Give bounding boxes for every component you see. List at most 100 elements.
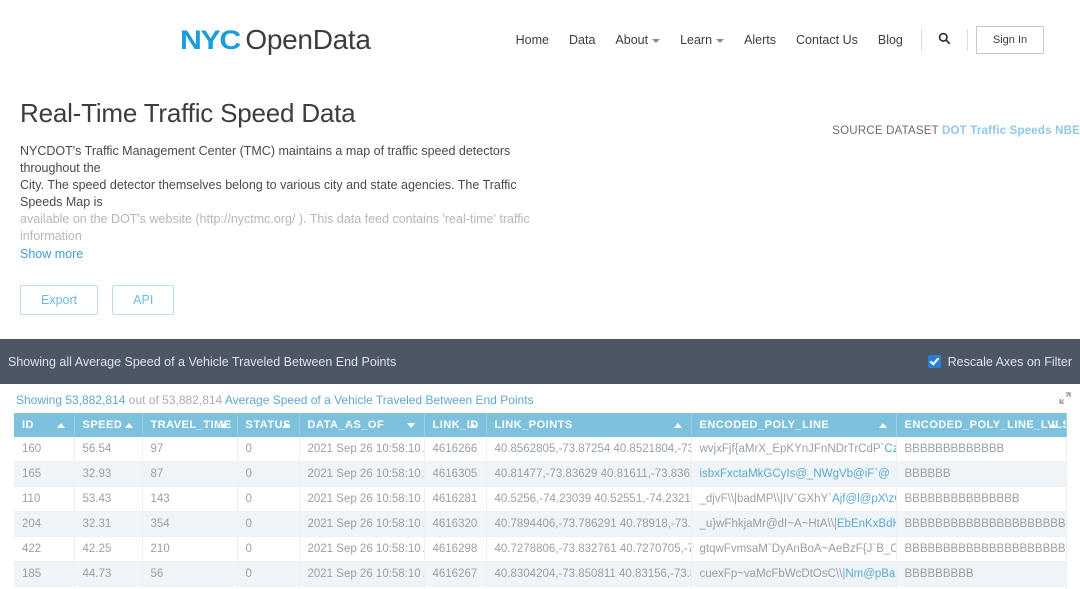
nav-label-alerts: Alerts	[744, 33, 777, 47]
showing-suffix: Average Speed of a Vehicle Traveled Betw…	[224, 393, 534, 407]
api-button[interactable]: API	[112, 285, 175, 315]
source-dataset-label: SOURCE DATASET	[832, 125, 939, 137]
sort-asc-icon	[1048, 423, 1057, 428]
cell-link-points: 40.5256,-74.23039 40.52551,-74.23214 40.…	[486, 486, 692, 512]
cell-speed: 32.31	[74, 511, 143, 537]
cell-speed: 42.25	[74, 536, 143, 562]
sort-asc-icon	[673, 423, 682, 428]
table-row[interactable]: 42242.2521002021 Sep 26 10:58:10 AM46162…	[14, 536, 1067, 562]
cell-encoded-poly-line-lvls: BBBBBBBBBBBBBBBBBBBBBBBBBBBBBBB	[896, 536, 1067, 562]
filter-status-bar: Showing all Average Speed of a Vehicle T…	[0, 339, 1080, 384]
column-label-id: ID	[22, 419, 34, 431]
rescale-axes-toggle[interactable]: Rescale Axes on Filter	[927, 355, 1072, 369]
nav-item-home[interactable]: Home	[506, 27, 559, 53]
main-navigation: Home Data About Learn Alerts Contact Us …	[506, 26, 1045, 54]
table-row[interactable]: 16532.938702021 Sep 26 10:58:10 AM461630…	[14, 461, 1067, 487]
source-dataset-line: SOURCE DATASET DOT Traffic Speeds NBE	[832, 125, 1080, 137]
sort-asc-icon	[281, 423, 290, 428]
table-row[interactable]: 20432.3135402021 Sep 26 10:58:10 AM46163…	[14, 511, 1067, 537]
cell-id: 185	[14, 561, 75, 587]
cell-encoded-poly-line-lvls: BBBBBBBBB	[896, 561, 1067, 587]
source-dataset-link[interactable]: DOT Traffic Speeds NBE	[942, 125, 1080, 137]
description-line-2: City. The speed detector themselves belo…	[20, 178, 517, 209]
nav-label-contact-us: Contact Us	[796, 33, 858, 47]
cell-speed: 56.54	[74, 437, 143, 462]
column-label-encoded-poly-line-lvls: ENCODED_POLY_LINE_LVLS	[904, 419, 1066, 431]
showing-all-text: Showing all Average Speed of a Vehicle T…	[8, 354, 397, 369]
cell-travel-time: 143	[142, 486, 238, 512]
column-header-encoded-poly-line-lvls[interactable]: ENCODED_POLY_LINE_LVLS	[896, 413, 1067, 437]
cell-id: 204	[14, 511, 75, 537]
cell-link-points: 40.8562805,-73.87254 40.8521804,-73.8715…	[486, 437, 692, 462]
cell-travel-time: 56	[142, 561, 238, 587]
column-header-speed[interactable]: SPEED	[74, 413, 143, 437]
cell-id: 110	[14, 486, 75, 512]
column-header-status[interactable]: STATUS	[237, 413, 300, 437]
column-header-data-as-of[interactable]: DATA_AS_OF	[299, 413, 425, 437]
cell-travel-time: 97	[142, 437, 238, 462]
show-more-link[interactable]: Show more	[20, 246, 83, 263]
showing-count: 53,882,814	[65, 393, 126, 407]
cell-id: 160	[14, 437, 75, 462]
search-icon[interactable]	[930, 28, 959, 52]
showing-middle: out of	[128, 393, 159, 407]
cell-link-id: 4616305	[424, 461, 487, 487]
cell-data-as-of: 2021 Sep 26 10:58:10 AM	[299, 536, 425, 562]
table-header-row: ID SPEED TRAVEL_TIME STATUS DATA_AS_OF L…	[14, 413, 1067, 437]
nav-item-alerts[interactable]: Alerts	[734, 27, 786, 53]
nav-label-home: Home	[515, 33, 549, 47]
poly-link-text[interactable]: EbEnKxBdHv@~Cv@	[837, 518, 895, 530]
poly-link-text[interactable]: CzSdElGb@	[884, 443, 895, 455]
cell-status: 0	[237, 511, 300, 537]
column-header-encoded-poly-line[interactable]: ENCODED_POLY_LINE	[691, 413, 897, 437]
cell-encoded-poly-line: gtqwFvmsaM`DyAnBoA~AeBzF{J`B_C`BgBhBa	[691, 536, 897, 562]
chevron-down-icon	[716, 38, 725, 43]
cell-speed: 32.93	[74, 461, 143, 487]
table-row[interactable]: 16056.549702021 Sep 26 10:58:10 AM461626…	[14, 437, 1067, 462]
nav-item-learn[interactable]: Learn	[670, 27, 734, 53]
cell-id: 165	[14, 461, 75, 487]
poly-link-text[interactable]: Nm@pBa@dCk@n	[845, 568, 895, 580]
cell-link-id: 4616267	[424, 561, 487, 587]
column-header-travel-time[interactable]: TRAVEL_TIME	[142, 413, 238, 437]
cell-link-points: 40.7894406,-73.786291 40.78918,-73.78792…	[486, 511, 692, 537]
cell-encoded-poly-line: wvjxFjf{aMrX_EpKYnJFnNDrTrCdP`CzSdElGb@	[691, 437, 897, 462]
column-label-link-points: LINK_POINTS	[494, 419, 573, 431]
showing-prefix: Showing	[16, 393, 63, 407]
cell-travel-time: 210	[142, 536, 238, 562]
nav-item-blog[interactable]: Blog	[868, 27, 913, 53]
rescale-checkbox[interactable]	[927, 355, 941, 368]
cell-encoded-poly-line-lvls: BBBBBBBBBBBBB	[896, 437, 1067, 462]
nav-item-about[interactable]: About	[605, 27, 670, 53]
cell-encoded-poly-line: _u}wFhkjaMr@dI~A~HtA\\|EbEnKxBdHv@~Cv@	[691, 511, 897, 537]
site-header: NYC OpenData Home Data About Learn Alert…	[0, 0, 1080, 80]
sort-asc-icon	[878, 423, 887, 428]
poly-link-text[interactable]: Ajf@l@pX\zOp@`NT\	[832, 493, 895, 505]
table-row[interactable]: 18544.735602021 Sep 26 10:58:10 AM461626…	[14, 561, 1067, 587]
poly-plain-text: wvjxFjf{aMrX_EpKYnJFnNDrTrCdP`	[699, 443, 885, 455]
data-table-section: Showing 53,882,814 out of 53,882,814 Ave…	[0, 384, 1080, 589]
dataset-description: NYCDOT's Traffic Management Center (TMC)…	[20, 143, 550, 263]
cell-link-id: 4616281	[424, 486, 487, 512]
brand-logo[interactable]: NYC OpenData	[180, 24, 371, 56]
nav-item-contact-us[interactable]: Contact Us	[786, 27, 868, 53]
column-header-link-points[interactable]: LINK_POINTS	[486, 413, 692, 437]
sort-asc-icon	[124, 423, 133, 428]
showing-total: 53,882,814	[162, 393, 223, 407]
poly-link-text[interactable]: isbxFxctaMkGCyIs@_NWgVb@iF`@	[700, 468, 890, 480]
column-header-id[interactable]: ID	[14, 413, 75, 437]
dataset-actions: Export API	[20, 285, 1060, 315]
expand-diagonal-icon[interactable]	[1058, 391, 1072, 405]
cell-data-as-of: 2021 Sep 26 10:58:10 AM	[299, 461, 425, 487]
brand-nyc-text: NYC	[180, 25, 241, 55]
export-button[interactable]: Export	[20, 285, 99, 315]
sign-in-button[interactable]: Sign In	[975, 26, 1045, 54]
sort-asc-icon	[219, 423, 228, 428]
dataset-header-section: SOURCE DATASET DOT Traffic Speeds NBE Re…	[0, 98, 1080, 315]
nav-item-data[interactable]: Data	[559, 27, 605, 53]
column-header-link-id[interactable]: LINK_ID	[424, 413, 487, 437]
sort-asc-icon	[468, 423, 477, 428]
cell-travel-time: 87	[142, 461, 238, 487]
nav-label-data: Data	[569, 33, 596, 47]
table-row[interactable]: 11053.4314302021 Sep 26 10:58:10 AM46162…	[14, 486, 1067, 512]
